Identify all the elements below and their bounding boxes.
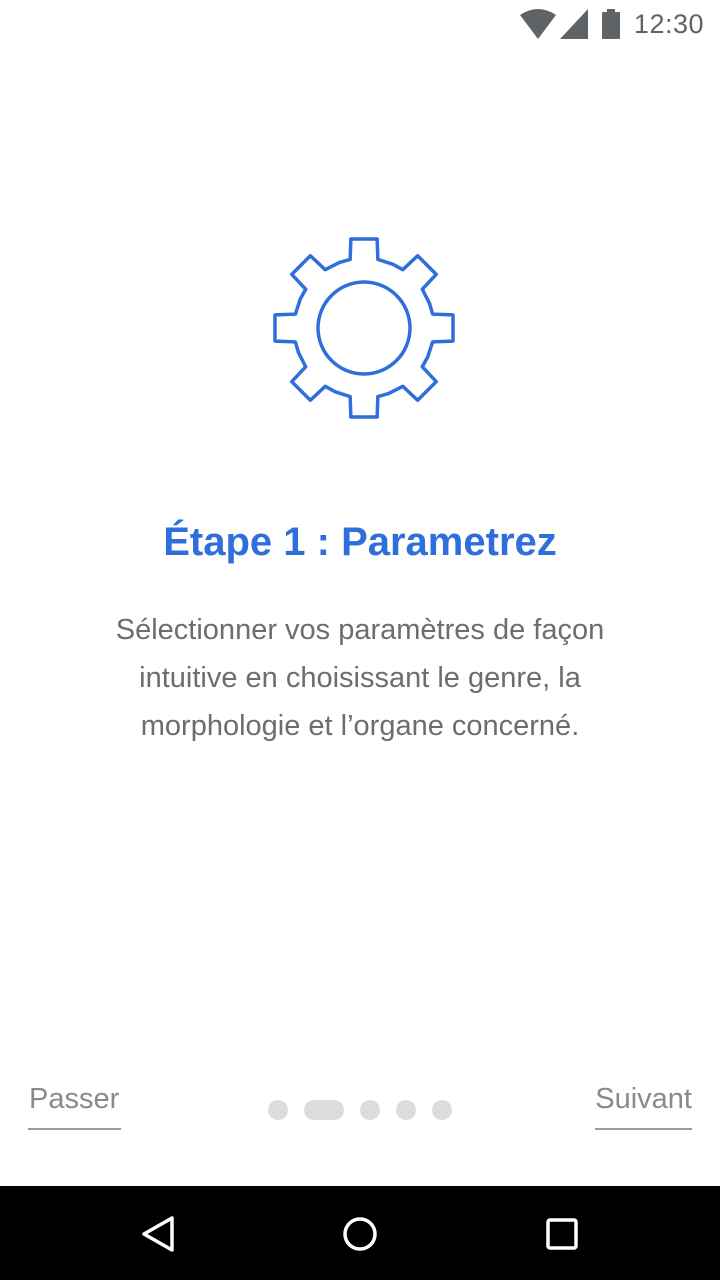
page-dot xyxy=(432,1100,452,1120)
back-icon xyxy=(142,1216,174,1252)
gear-illustration xyxy=(268,232,460,424)
skip-button[interactable]: Passer xyxy=(28,1078,122,1130)
next-button[interactable]: Suivant xyxy=(595,1078,692,1130)
battery-icon xyxy=(601,9,620,39)
page-dot-active xyxy=(304,1100,344,1120)
status-clock: 12:30 xyxy=(633,8,704,39)
page-dot xyxy=(360,1100,380,1120)
page-dot xyxy=(396,1100,416,1120)
status-bar: 12:30 xyxy=(0,0,720,48)
gear-icon xyxy=(273,237,455,419)
page-indicator xyxy=(268,1100,452,1120)
step-description: Sélectionner vos paramètres de façon int… xyxy=(115,614,605,742)
cell-signal-icon xyxy=(559,9,588,39)
wifi-icon xyxy=(519,9,556,39)
home-button[interactable] xyxy=(338,1212,382,1256)
navigation-bar xyxy=(0,1186,720,1280)
page-dot xyxy=(268,1100,288,1120)
home-icon xyxy=(343,1217,377,1251)
page-title: Étape 1 : Parametrez xyxy=(163,520,557,564)
recents-icon xyxy=(546,1218,578,1250)
recents-button[interactable] xyxy=(540,1212,584,1256)
status-icons: 12:30 xyxy=(519,8,704,40)
back-button[interactable] xyxy=(138,1212,182,1256)
